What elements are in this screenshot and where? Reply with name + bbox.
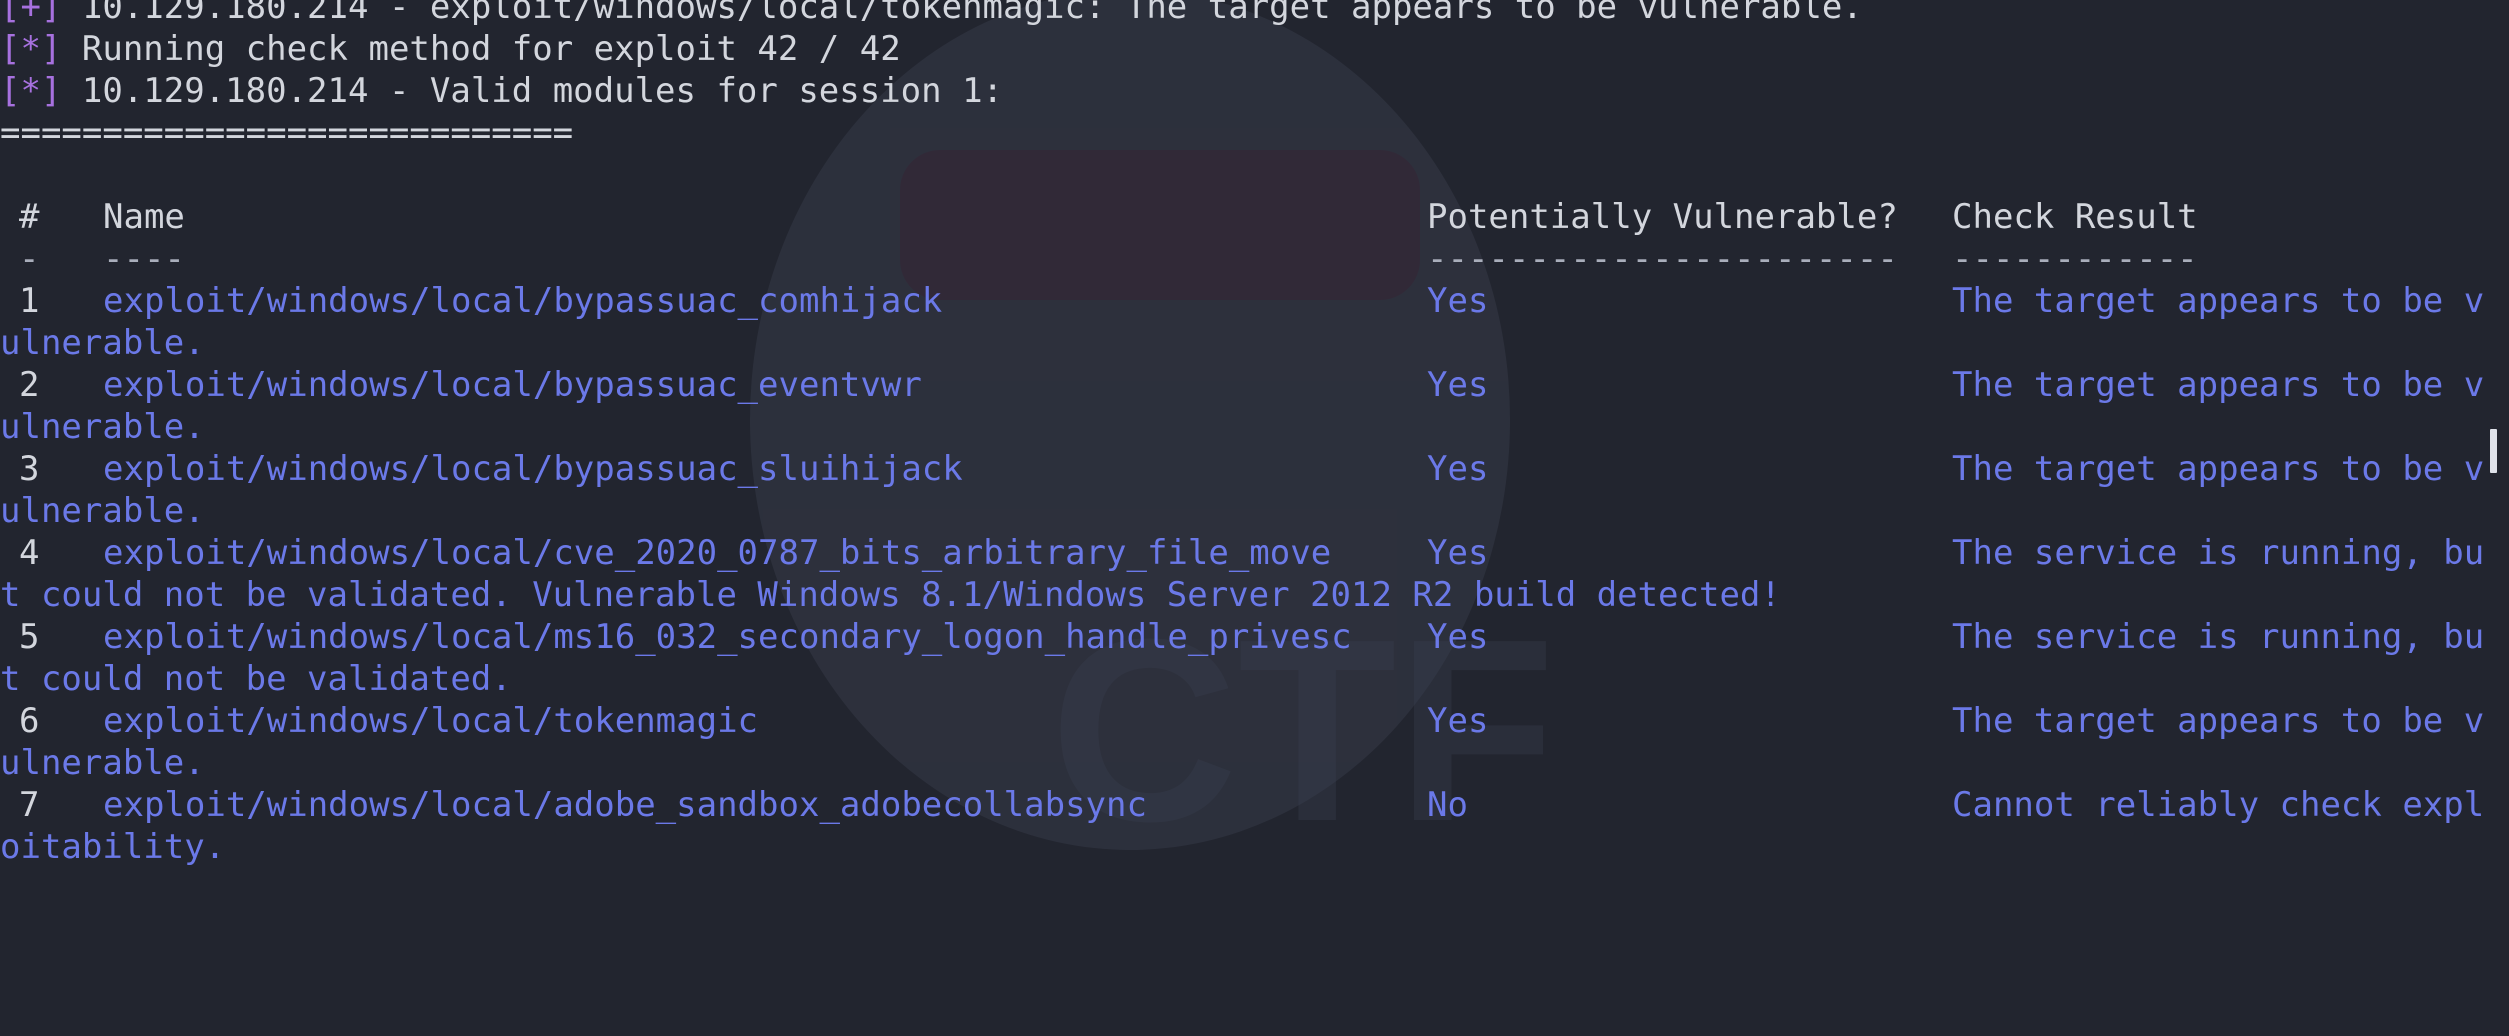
table-separator: ============================ (0, 113, 574, 153)
row-num: 4 (19, 533, 40, 573)
table-row: 1 exploit/windows/local/bypassuac_comhij… (0, 280, 2509, 322)
module-name[interactable]: exploit/windows/local/tokenmagic (103, 700, 758, 742)
check-result-wrap: t could not be validated. (0, 659, 512, 699)
column-header-vuln: Potentially Vulnerable? (1427, 197, 1898, 237)
row-num: 1 (19, 281, 40, 321)
status-tag: [*] (0, 29, 62, 69)
status-tag: [*] (0, 71, 62, 111)
check-result: The target appears to be v (1952, 281, 2485, 321)
check-result: The service is running, bu (1952, 533, 2485, 573)
log-text: 10.129.180.214 - exploit/windows/local/t… (61, 0, 1863, 27)
terminal-output: [+] 10.129.180.214 - exploit/windows/loc… (0, 0, 2509, 868)
module-name[interactable]: exploit/windows/local/ms16_032_secondary… (103, 616, 1352, 658)
table-row: 5 exploit/windows/local/ms16_032_seconda… (0, 616, 2509, 658)
vuln-status: Yes (1427, 281, 1489, 321)
table-row: 3 exploit/windows/local/bypassuac_sluihi… (0, 448, 2509, 490)
row-num: 5 (19, 617, 40, 657)
row-num: 3 (19, 449, 40, 489)
terminal-scrollbar[interactable] (2490, 429, 2497, 473)
check-result-wrap: oitability. (0, 827, 226, 867)
log-line: [*] 10.129.180.214 - Valid modules for s… (0, 70, 2509, 112)
underline-num: - (19, 239, 40, 279)
module-name[interactable]: exploit/windows/local/bypassuac_sluihija… (103, 448, 963, 490)
log-text: Running check method for exploit 42 / 42 (61, 29, 901, 69)
log-text: 10.129.180.214 - Valid modules for sessi… (61, 71, 1004, 111)
table-header-underline: - ---- ----------------------- ---------… (0, 238, 2509, 280)
column-header-num: # (19, 197, 40, 237)
check-result-wrap: ulnerable. (0, 407, 205, 447)
vuln-status: No (1427, 785, 1468, 825)
check-result-wrap: t could not be validated. Vulnerable Win… (0, 575, 1781, 615)
module-name[interactable]: exploit/windows/local/bypassuac_comhijac… (103, 280, 942, 322)
check-result: The target appears to be v (1952, 365, 2485, 405)
underline-vuln: ----------------------- (1427, 239, 1898, 279)
table-row: 2 exploit/windows/local/bypassuac_eventv… (0, 364, 2509, 406)
check-result: Cannot reliably check expl (1952, 785, 2485, 825)
module-name[interactable]: exploit/windows/local/adobe_sandbox_adob… (103, 784, 1147, 826)
column-header-result: Check Result (1952, 197, 2198, 237)
row-num: 7 (19, 785, 40, 825)
check-result: The service is running, bu (1952, 617, 2485, 657)
row-num: 6 (19, 701, 40, 741)
vuln-status: Yes (1427, 365, 1489, 405)
log-line: [+] 10.129.180.214 - exploit/windows/loc… (0, 0, 2509, 28)
check-result-wrap: ulnerable. (0, 323, 205, 363)
log-line: [*] Running check method for exploit 42 … (0, 28, 2509, 70)
underline-name: ---- (103, 239, 185, 279)
vuln-status: Yes (1427, 701, 1489, 741)
vuln-status: Yes (1427, 449, 1489, 489)
column-header-name: Name (103, 197, 185, 237)
vuln-status: Yes (1427, 617, 1489, 657)
check-result: The target appears to be v (1952, 449, 2485, 489)
check-result: The target appears to be v (1952, 701, 2485, 741)
status-tag: [+] (0, 0, 62, 27)
table-row: 4 exploit/windows/local/cve_2020_0787_bi… (0, 532, 2509, 574)
module-name[interactable]: exploit/windows/local/cve_2020_0787_bits… (103, 532, 1331, 574)
table-row: 6 exploit/windows/local/tokenmagic Yes T… (0, 700, 2509, 742)
check-result-wrap: ulnerable. (0, 491, 205, 531)
table-row: 7 exploit/windows/local/adobe_sandbox_ad… (0, 784, 2509, 826)
vuln-status: Yes (1427, 533, 1489, 573)
row-num: 2 (19, 365, 40, 405)
module-name[interactable]: exploit/windows/local/bypassuac_eventvwr (103, 364, 922, 406)
table-header: # Name Potentially Vulnerable? Check Res… (0, 196, 2509, 238)
underline-result: ------------ (1952, 239, 2198, 279)
check-result-wrap: ulnerable. (0, 743, 205, 783)
